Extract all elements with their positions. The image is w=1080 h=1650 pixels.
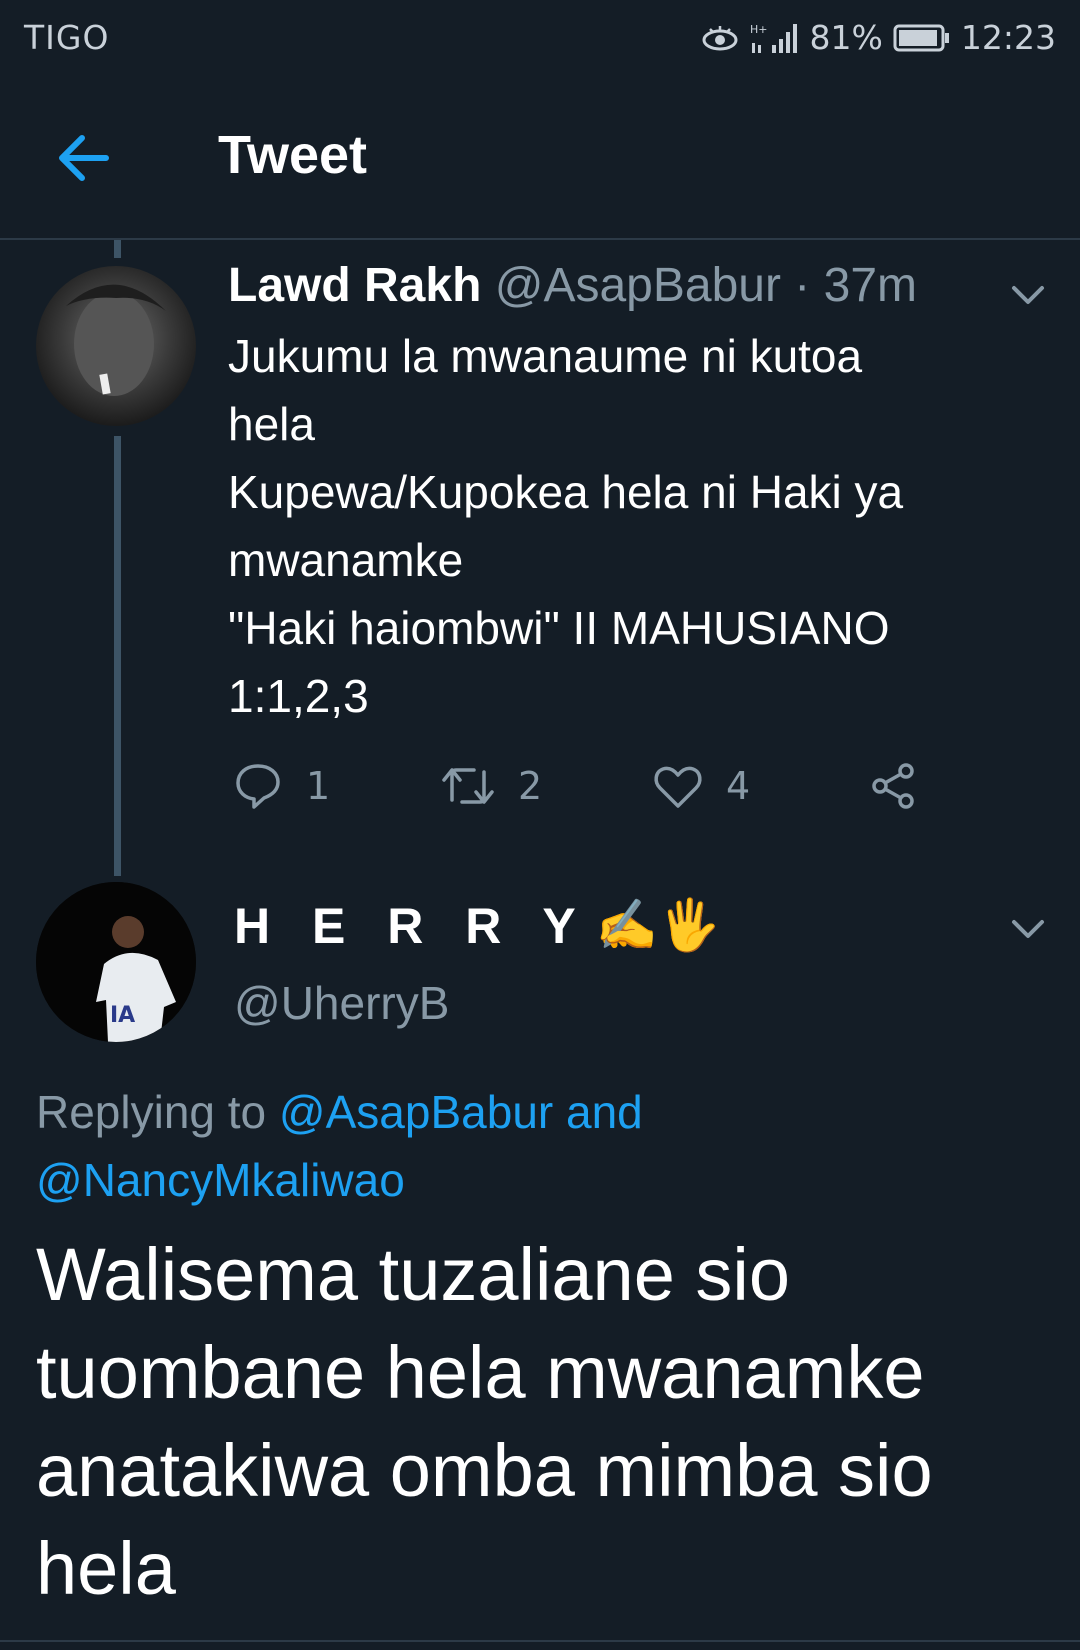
avatar[interactable]	[36, 266, 196, 426]
chevron-down-icon	[1012, 920, 1044, 938]
battery-icon	[893, 24, 951, 52]
clock: 12:23	[960, 18, 1056, 57]
chevron-down-icon	[1012, 286, 1044, 304]
svg-text:H+: H+	[750, 23, 768, 36]
reply-line: Walisema tuzaliane sio	[36, 1233, 791, 1316]
author-handle[interactable]: @AsapBabur	[495, 259, 781, 312]
replying-prefix: Replying to	[36, 1086, 267, 1138]
reply-author-handle[interactable]: @UherryB	[234, 976, 449, 1030]
retweet-icon	[442, 768, 494, 804]
header-bar: Tweet	[0, 76, 1080, 240]
tweet-actions: 1 2 4	[232, 760, 932, 820]
reply-tweet-text: Walisema tuzaliane sio tuombane hela mwa…	[36, 1226, 1066, 1618]
tweet-menu-button[interactable]	[1006, 906, 1050, 950]
author-name[interactable]: Lawd Rakh	[228, 259, 481, 312]
share-button[interactable]	[868, 760, 920, 812]
back-button[interactable]	[52, 126, 116, 190]
retweet-button[interactable]: 2	[440, 760, 542, 812]
tweet-line: 1:1,2,3	[228, 670, 369, 722]
share-icon	[872, 763, 914, 809]
avatar[interactable]: IA	[36, 882, 196, 1042]
replying-to: Replying to @AsapBabur and @NancyMkaliwa…	[36, 1078, 1056, 1214]
svg-text:IA: IA	[110, 1003, 135, 1028]
reply-icon	[236, 764, 280, 809]
retweet-count: 2	[518, 764, 543, 808]
thread-line	[114, 240, 121, 258]
status-icons: H+ 81% 12:23	[700, 18, 1056, 57]
divider	[0, 1640, 1080, 1642]
status-bar: TIGO H+ 81% 12:23	[0, 0, 1080, 76]
reply-author-name-text: H E R R Y	[234, 897, 590, 954]
arrow-left-icon	[59, 135, 109, 181]
carrier-label: TIGO	[24, 18, 110, 57]
tweet-menu-button[interactable]	[1006, 272, 1050, 316]
author-emoji: ✍🖐	[595, 897, 721, 953]
eye-icon	[700, 23, 740, 53]
tweet-line: mwanamke	[228, 534, 464, 586]
separator-dot: ·	[794, 259, 811, 312]
reply-count: 1	[306, 764, 331, 808]
signal-icon: H+	[750, 21, 800, 55]
reply-line: hela	[36, 1527, 176, 1610]
tweet-line: "Haki haiombwi" II MAHUSIANO	[228, 602, 890, 654]
reply-line: tuombane hela mwanamke	[36, 1331, 925, 1414]
tweet-text: Jukumu la mwanaume ni kutoa hela Kupewa/…	[228, 322, 1028, 730]
reply-author-name[interactable]: H E R R Y ✍🖐	[234, 896, 720, 955]
like-count: 4	[726, 764, 751, 808]
tweet-line: hela	[228, 398, 315, 450]
mention-link[interactable]: @NancyMkaliwao	[36, 1154, 405, 1206]
tweet-line: Kupewa/Kupokea hela ni Haki ya	[228, 466, 904, 518]
reply-button[interactable]: 1	[232, 760, 330, 812]
heart-icon	[654, 766, 702, 808]
page-title: Tweet	[218, 125, 368, 185]
thread-line	[114, 436, 121, 876]
reply-line: anatakiwa omba mimba sio	[36, 1429, 933, 1512]
like-button[interactable]: 4	[652, 760, 750, 812]
battery-percent: 81%	[809, 18, 883, 57]
mention-link[interactable]: @AsapBabur and	[279, 1086, 643, 1138]
tweet-line: Jukumu la mwanaume ni kutoa	[228, 330, 863, 382]
tweet-header: Lawd Rakh @AsapBabur · 37m	[228, 258, 917, 313]
tweet-timestamp: 37m	[823, 259, 917, 312]
